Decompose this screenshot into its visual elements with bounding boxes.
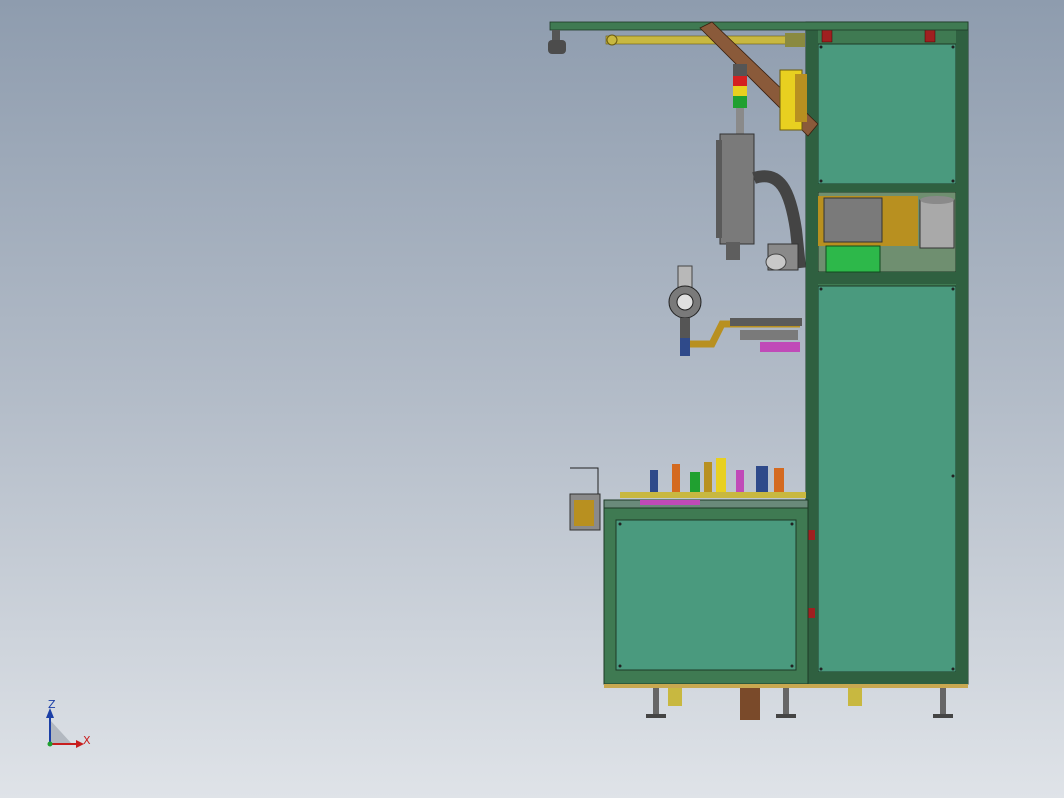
coordinate-triad: Z X bbox=[38, 696, 98, 758]
magenta-part bbox=[760, 342, 800, 352]
middle-panel bbox=[817, 285, 957, 673]
triad-arrows-icon bbox=[46, 708, 84, 748]
cad-viewport[interactable]: Z X bbox=[0, 0, 1064, 798]
cylinder-unit bbox=[779, 69, 807, 131]
machine-model[interactable] bbox=[0, 0, 1064, 798]
green-plate bbox=[825, 245, 881, 273]
signal-tower bbox=[733, 64, 747, 134]
z-axis-label: Z bbox=[48, 698, 56, 711]
gripper-arm bbox=[690, 318, 802, 352]
lower-panel bbox=[615, 519, 797, 671]
upper-panel bbox=[817, 43, 957, 185]
x-axis-label: X bbox=[83, 734, 91, 747]
frame bbox=[797, 21, 969, 685]
side-cabinet bbox=[603, 507, 809, 685]
leveling-feet bbox=[604, 684, 968, 720]
